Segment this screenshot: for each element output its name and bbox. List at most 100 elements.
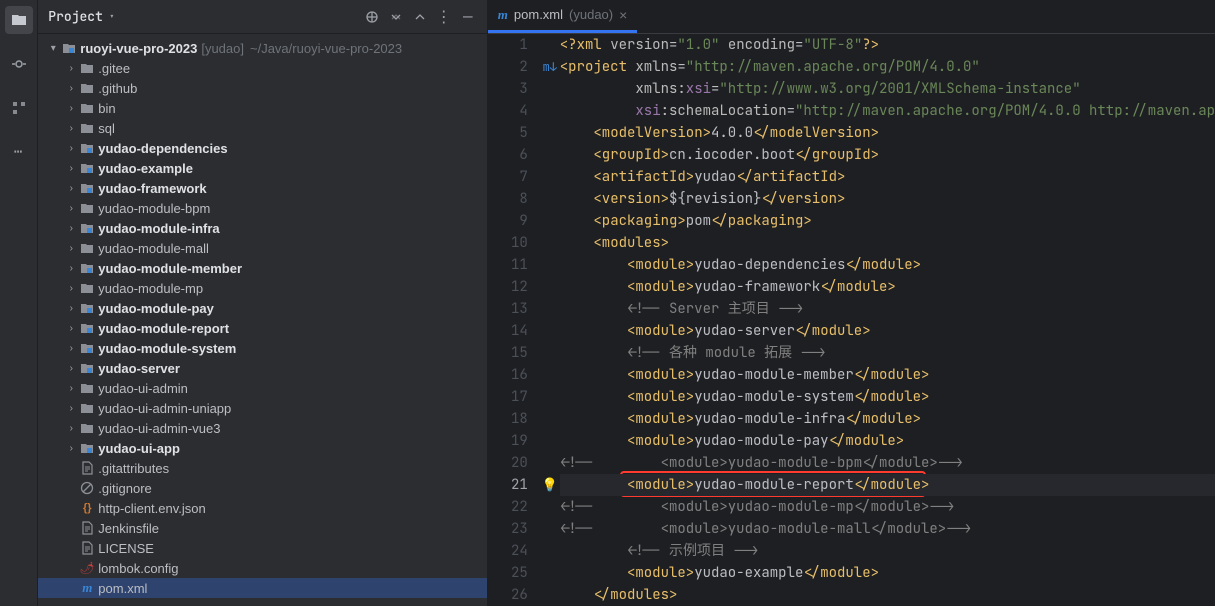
tree-item[interactable]: ›.gitee [38,58,486,78]
tree-item[interactable]: ›yudao-ui-admin-uniapp [38,398,486,418]
tree-item[interactable]: ›yudao-module-member [38,258,486,278]
code-line[interactable]: <!-- 各种 module 拓展 --> [560,342,1215,364]
code-line[interactable]: <module>yudao-module-infra</module> [560,408,1215,430]
line-number: 4 [488,100,528,122]
code-line[interactable]: </modules> [560,584,1215,606]
code-editor[interactable]: 1234567891011121314151617181920212223242… [488,34,1215,606]
code-line[interactable]: <module>yudao-server</module> [560,320,1215,342]
panel-options-icon[interactable]: ⋮ [435,8,453,26]
chevron-right-icon[interactable]: › [64,443,78,454]
chevron-right-icon[interactable]: › [64,183,78,194]
chevron-right-icon[interactable]: › [64,63,78,74]
code-line[interactable]: <project xmlns="http://maven.apache.org/… [560,56,1215,78]
tree-item[interactable]: ›yudao-example [38,158,486,178]
tree-item[interactable]: ›sql [38,118,486,138]
chevron-right-icon[interactable]: › [64,363,78,374]
commit-tool-button[interactable] [5,50,33,78]
tree-item[interactable]: .gitignore [38,478,486,498]
chevron-right-icon[interactable]: › [64,383,78,394]
folder-icon [78,201,96,215]
tree-item[interactable]: ›yudao-server [38,358,486,378]
code-line[interactable]: <version>${revision}</version> [560,188,1215,210]
code-line[interactable]: <module>yudao-module-member</module> [560,364,1215,386]
tab-filename: pom.xml [514,7,563,22]
code-line[interactable]: <modules> [560,232,1215,254]
tree-item[interactable]: mpom.xml [38,578,486,598]
code-line[interactable]: <module>yudao-example</module> [560,562,1215,584]
code-line[interactable]: <module>yudao-module-report</module> [560,474,1215,496]
intention-bulb-icon[interactable]: 💡 [540,474,560,496]
tree-item[interactable]: ›yudao-ui-app [38,438,486,458]
tree-item-label: lombok.config [98,561,178,576]
code-line[interactable]: <module>yudao-framework</module> [560,276,1215,298]
tree-item[interactable]: {}http-client.env.json [38,498,486,518]
tree-item[interactable]: ›yudao-ui-admin [38,378,486,398]
chevron-right-icon[interactable]: › [64,283,78,294]
chevron-right-icon[interactable]: › [64,123,78,134]
tree-item[interactable]: ›yudao-module-mall [38,238,486,258]
close-icon[interactable]: × [619,7,627,23]
tab-pom-xml[interactable]: m pom.xml (yudao) × [488,0,638,33]
tree-item[interactable]: ›yudao-framework [38,178,486,198]
code-line[interactable]: <!-- <module>yudao-module-mall</module>-… [560,518,1215,540]
chevron-right-icon[interactable]: › [64,143,78,154]
chevron-right-icon[interactable]: › [64,343,78,354]
tree-item-label: yudao-module-system [98,341,236,356]
chevron-right-icon[interactable]: › [64,223,78,234]
code-line[interactable]: <module>yudao-module-system</module> [560,386,1215,408]
code-line[interactable]: <module>yudao-module-pay</module> [560,430,1215,452]
code-line[interactable]: xmlns:xsi="http://www.w3.org/2001/XMLSch… [560,78,1215,100]
chevron-right-icon[interactable]: › [64,163,78,174]
chevron-right-icon[interactable]: › [64,423,78,434]
chevron-right-icon[interactable]: › [64,83,78,94]
module-icon [78,361,96,375]
code-line[interactable]: <groupId>cn.iocoder.boot</groupId> [560,144,1215,166]
tree-item[interactable]: ›yudao-module-mp [38,278,486,298]
chevron-right-icon[interactable]: › [64,303,78,314]
tree-root[interactable]: ▾ruoyi-vue-pro-2023[yudao]~/Java/ruoyi-v… [38,38,486,58]
code-line[interactable]: <module>yudao-dependencies</module> [560,254,1215,276]
hide-panel-icon[interactable]: — [459,8,477,26]
chevron-right-icon[interactable]: › [64,103,78,114]
code-line[interactable]: <!-- 示例项目 --> [560,540,1215,562]
select-opened-file-icon[interactable] [363,8,381,26]
tree-item[interactable]: ›yudao-dependencies [38,138,486,158]
tree-item[interactable]: ›yudao-module-pay [38,298,486,318]
project-tool-button[interactable] [5,6,33,34]
code-content[interactable]: 取消注释 <?xml version="1.0" encoding="UTF-8… [560,34,1215,606]
code-line[interactable]: <!-- <module>yudao-module-mp</module>--> [560,496,1215,518]
code-line[interactable]: <modelVersion>4.0.0</modelVersion> [560,122,1215,144]
more-tool-button[interactable]: ⋯ [5,138,33,166]
tree-item[interactable]: ›yudao-module-bpm [38,198,486,218]
line-number: 23 [488,518,528,540]
folder-icon [78,241,96,255]
tree-item[interactable]: Jenkinsfile [38,518,486,538]
chevron-right-icon[interactable]: › [64,263,78,274]
project-tree[interactable]: ▾ruoyi-vue-pro-2023[yudao]~/Java/ruoyi-v… [38,34,486,606]
expand-all-icon[interactable] [387,8,405,26]
chevron-right-icon[interactable]: › [64,403,78,414]
tree-item[interactable]: ›yudao-ui-admin-vue3 [38,418,486,438]
tree-item[interactable]: ›bin [38,98,486,118]
tree-item[interactable]: LICENSE [38,538,486,558]
tree-item[interactable]: .gitattributes [38,458,486,478]
code-line[interactable]: xsi:schemaLocation="http://maven.apache.… [560,100,1215,122]
code-line[interactable]: <!-- Server 主项目 --> [560,298,1215,320]
chevron-right-icon[interactable]: › [64,203,78,214]
tree-item[interactable]: › yudao-module-system [38,338,486,358]
chevron-right-icon[interactable]: › [64,323,78,334]
chevron-down-icon[interactable]: ▾ [109,10,115,23]
chevron-right-icon[interactable]: › [64,243,78,254]
code-line[interactable]: <!-- <module>yudao-module-bpm</module>--… [560,452,1215,474]
project-panel-title[interactable]: Project [48,8,103,25]
code-line[interactable]: <artifactId>yudao</artifactId> [560,166,1215,188]
tree-item[interactable]: ›.github [38,78,486,98]
tree-item[interactable]: ›yudao-module-infra [38,218,486,238]
code-line[interactable]: <?xml version="1.0" encoding="UTF-8"?> [560,34,1215,56]
tree-item[interactable]: 🌶lombok.config [38,558,486,578]
code-line[interactable]: <packaging>pom</packaging> [560,210,1215,232]
tree-item[interactable]: ›yudao-module-report [38,318,486,338]
collapse-all-icon[interactable] [411,8,429,26]
chevron-down-icon[interactable]: ▾ [46,43,60,54]
structure-tool-button[interactable] [5,94,33,122]
